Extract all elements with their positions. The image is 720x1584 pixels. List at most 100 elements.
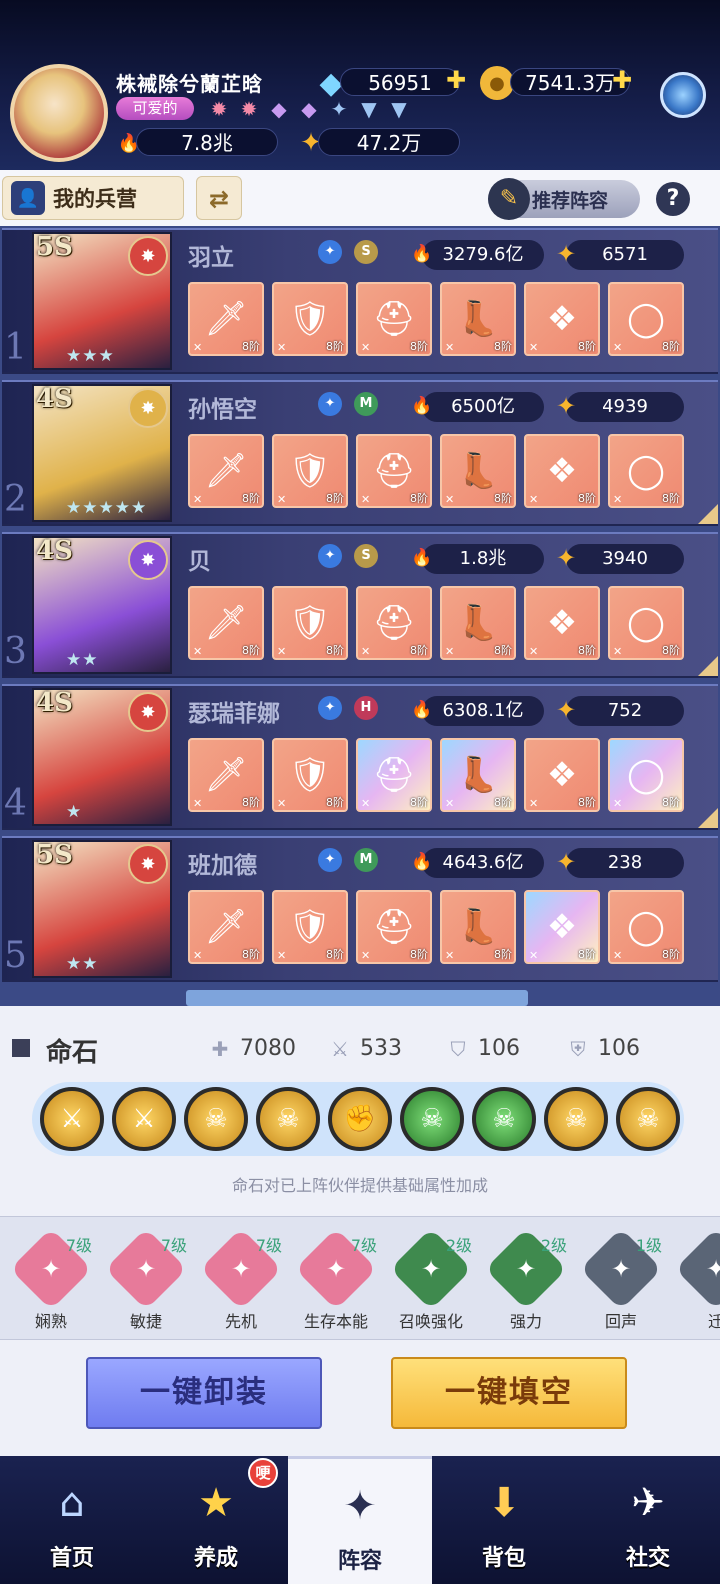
faction-icon: ✸	[128, 692, 168, 732]
equip-slot[interactable]: 👢 ✕ 8阶	[440, 586, 516, 660]
nav-lineup[interactable]: ✦ 阵容	[288, 1456, 432, 1584]
equip-level: 8阶	[410, 340, 428, 353]
flame-icon: 🔥	[411, 852, 433, 872]
equip-mark-icon: ✕	[613, 493, 623, 506]
equip-slot[interactable]: ❖ ✕ 8阶	[524, 738, 600, 812]
hp-stat: ✚ 7080	[208, 1036, 296, 1061]
fate-stone-slot[interactable]: ☠	[400, 1087, 464, 1151]
helmet-equip-icon: ⛑	[372, 603, 416, 643]
hero-portrait[interactable]: 4S ✸ ★★★★★	[32, 384, 172, 522]
unequip-all-button[interactable]: 一键卸装	[86, 1357, 322, 1429]
equip-slot[interactable]: ◯ ✕ 8阶	[608, 738, 684, 812]
swap-icon[interactable]: ⇄	[196, 176, 242, 220]
skill-item[interactable]: ✦ 2级 召唤强化	[386, 1227, 476, 1332]
armor-equip-icon: 🛡	[288, 299, 332, 339]
equip-slot[interactable]: 👢 ✕ 8阶	[440, 434, 516, 508]
hero-rank: 4S	[36, 384, 73, 414]
equip-slot[interactable]: 👢 ✕ 8阶	[440, 738, 516, 812]
skill-item[interactable]: ✦ 2级 强力	[481, 1227, 571, 1332]
hero-stars: ★★	[66, 954, 99, 974]
equip-slot[interactable]: 🛡 ✕ 8阶	[272, 890, 348, 964]
hero-row[interactable]: 4 4S ✸ ★ 瑟瑞菲娜 ✦ H 🔥 6308.1亿 ✦ 752 🗡 ✕ 8阶…	[2, 684, 718, 830]
skill-level: 2级	[540, 1236, 567, 1255]
skill-item[interactable]: ✦ 7级 敏捷	[101, 1227, 191, 1332]
equip-slot[interactable]: 🗡 ✕ 8阶	[188, 282, 264, 356]
equip-slot[interactable]: 🗡 ✕ 8阶	[188, 586, 264, 660]
equip-slot[interactable]: 🛡 ✕ 8阶	[272, 282, 348, 356]
fate-stone-slot[interactable]: ☠	[616, 1087, 680, 1151]
fate-stone-slot[interactable]: ☠	[184, 1087, 248, 1151]
skill-item[interactable]: ✦ 7级 娴熟	[6, 1227, 96, 1332]
equip-mark-icon: ✕	[529, 493, 539, 506]
equip-slot[interactable]: ⛑ ✕ 8阶	[356, 890, 432, 964]
equip-slot[interactable]: ❖ ✕ 8阶	[524, 434, 600, 508]
equip-slot[interactable]: ⛑ ✕ 8阶	[356, 434, 432, 508]
equip-slot[interactable]: ⛑ ✕ 8阶	[356, 586, 432, 660]
equip-slot[interactable]: 🗡 ✕ 8阶	[188, 738, 264, 812]
skill-item[interactable]: ✦ 7级 生存本能	[291, 1227, 381, 1332]
skill-level: 7级	[65, 1236, 92, 1255]
equip-slot[interactable]: ◯ ✕ 8阶	[608, 434, 684, 508]
class-badge-icon: M	[354, 392, 378, 416]
equip-slot[interactable]: ⛑ ✕ 8阶	[356, 738, 432, 812]
class-badge-icon: S	[354, 240, 378, 264]
skill-item[interactable]: ✦ 7级 先机	[196, 1227, 286, 1332]
notification-badge: 哽	[248, 1458, 278, 1488]
equip-level: 8阶	[242, 796, 260, 809]
fate-stone-slot[interactable]: ☠	[472, 1087, 536, 1151]
hero-row[interactable]: 2 4S ✸ ★★★★★ 孙悟空 ✦ M 🔥 6500亿 ✦ 4939 🗡 ✕ …	[2, 380, 718, 526]
boots-equip-icon: 👢	[456, 603, 500, 643]
equip-mark-icon: ✕	[193, 645, 203, 658]
hero-portrait[interactable]: 4S ✸ ★	[32, 688, 172, 826]
hero-portrait[interactable]: 5S ✸ ★★	[32, 840, 172, 978]
equip-slot[interactable]: 👢 ✕ 8阶	[440, 282, 516, 356]
star-power: 47.2万	[318, 128, 460, 156]
hero-row[interactable]: 1 5S ✸ ★★★ 羽立 ✦ S 🔥 3279.6亿 ✦ 6571 🗡 ✕ 8…	[2, 228, 718, 374]
nav-bag[interactable]: ⬇ 背包	[432, 1456, 576, 1584]
purple-diamond-icon: ◆	[271, 97, 287, 121]
fill-empty-button[interactable]: 一键填空	[391, 1357, 627, 1429]
help-icon[interactable]: ?	[656, 182, 690, 216]
fate-stone-slot[interactable]: ⚔	[112, 1087, 176, 1151]
equip-slot[interactable]: 🛡 ✕ 8阶	[272, 586, 348, 660]
skill-level: 1级	[635, 1236, 662, 1255]
equip-level: 8阶	[326, 796, 344, 809]
equip-slot[interactable]: 🛡 ✕ 8阶	[272, 434, 348, 508]
equip-slot[interactable]: ◯ ✕ 8阶	[608, 586, 684, 660]
ring-equip-icon: ◯	[626, 299, 666, 339]
class-badge-icon: M	[354, 848, 378, 872]
equip-slot[interactable]: 🗡 ✕ 8阶	[188, 890, 264, 964]
fate-stone-slot[interactable]: ⚔	[40, 1087, 104, 1151]
equip-slot[interactable]: 👢 ✕ 8阶	[440, 890, 516, 964]
player-avatar[interactable]	[10, 64, 108, 162]
hero-row[interactable]: 5 5S ✸ ★★ 班加德 ✦ M 🔥 4643.6亿 ✦ 238 🗡 ✕ 8阶…	[2, 836, 718, 982]
nav-home[interactable]: ⌂ 首页	[0, 1456, 144, 1584]
equip-slot[interactable]: 🗡 ✕ 8阶	[188, 434, 264, 508]
skill-level: 7级	[255, 1236, 282, 1255]
fate-stone-slot[interactable]: ☠	[256, 1087, 320, 1151]
hero-portrait[interactable]: 5S ✸ ★★★	[32, 232, 172, 370]
skill-name: 生存本能	[303, 1312, 368, 1331]
equip-slot[interactable]: ⛑ ✕ 8阶	[356, 282, 432, 356]
skill-item[interactable]: ✦ 1级 回声	[576, 1227, 666, 1332]
my-barracks-button[interactable]: 👤 我的兵营	[2, 176, 184, 220]
skill-item[interactable]: ✦ 迁	[671, 1227, 720, 1332]
add-diamond-button[interactable]: ✚	[446, 66, 466, 94]
hero-roster[interactable]: 1 5S ✸ ★★★ 羽立 ✦ S 🔥 3279.6亿 ✦ 6571 🗡 ✕ 8…	[0, 226, 720, 1006]
equip-level: 8阶	[494, 796, 512, 809]
hero-rank: 5S	[36, 232, 73, 262]
settings-gear-icon[interactable]	[660, 72, 706, 118]
fate-stone-slot[interactable]: ✊	[328, 1087, 392, 1151]
equip-slot[interactable]: ❖ ✕ 8阶	[524, 282, 600, 356]
equip-slot[interactable]: ❖ ✕ 8阶	[524, 586, 600, 660]
add-gold-button[interactable]: ✚	[612, 66, 632, 94]
fate-stone-slot[interactable]: ☠	[544, 1087, 608, 1151]
equip-slot[interactable]: ◯ ✕ 8阶	[608, 282, 684, 356]
equip-slot[interactable]: ❖ ✕ 8阶	[524, 890, 600, 964]
pencil-icon: ✎	[488, 178, 530, 220]
hero-portrait[interactable]: 4S ✸ ★★	[32, 536, 172, 674]
equip-slot[interactable]: 🛡 ✕ 8阶	[272, 738, 348, 812]
hero-row[interactable]: 3 4S ✸ ★★ 贝 ✦ S 🔥 1.8兆 ✦ 3940 🗡 ✕ 8阶 🛡 ✕…	[2, 532, 718, 678]
equip-slot[interactable]: ◯ ✕ 8阶	[608, 890, 684, 964]
nav-social[interactable]: ✈ 社交	[576, 1456, 720, 1584]
